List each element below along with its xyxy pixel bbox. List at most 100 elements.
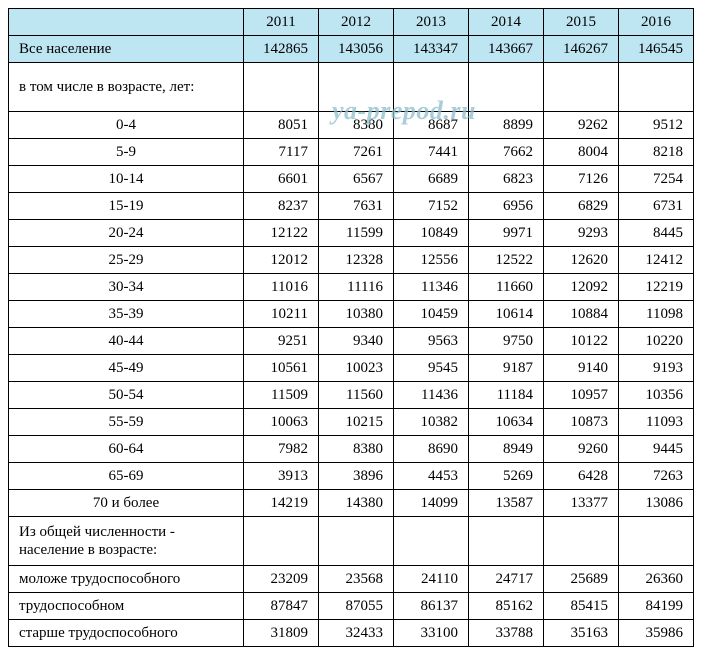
- age-header: в том числе в возрасте, лет:: [9, 63, 244, 112]
- age-val-13-1: 3896: [319, 463, 394, 490]
- age-val-11-4: 10873: [544, 409, 619, 436]
- age-val-4-5: 8445: [619, 220, 694, 247]
- age-val-12-5: 9445: [619, 436, 694, 463]
- group-val-2-3: 33788: [469, 620, 544, 647]
- age-val-11-2: 10382: [394, 409, 469, 436]
- age-val-12-4: 9260: [544, 436, 619, 463]
- age-val-13-2: 4453: [394, 463, 469, 490]
- age-val-3-1: 7631: [319, 193, 394, 220]
- total-val-1: 143056: [319, 36, 394, 63]
- age-val-2-5: 7254: [619, 166, 694, 193]
- age-label-13: 65-69: [9, 463, 244, 490]
- age-val-10-5: 10356: [619, 382, 694, 409]
- age-val-9-5: 9193: [619, 355, 694, 382]
- group-header-blank-0: [244, 517, 319, 566]
- age-label-12: 60-64: [9, 436, 244, 463]
- age-val-2-0: 6601: [244, 166, 319, 193]
- age-label-4: 20-24: [9, 220, 244, 247]
- age-val-4-4: 9293: [544, 220, 619, 247]
- header-blank: [9, 9, 244, 36]
- age-val-14-3: 13587: [469, 490, 544, 517]
- age-val-6-2: 11346: [394, 274, 469, 301]
- age-header-blank-1: [319, 63, 394, 112]
- age-val-8-4: 10122: [544, 328, 619, 355]
- age-val-1-0: 7117: [244, 139, 319, 166]
- age-val-11-3: 10634: [469, 409, 544, 436]
- total-label: Все население: [9, 36, 244, 63]
- age-val-12-1: 8380: [319, 436, 394, 463]
- age-val-1-2: 7441: [394, 139, 469, 166]
- age-val-2-1: 6567: [319, 166, 394, 193]
- group-val-0-3: 24717: [469, 566, 544, 593]
- total-val-2: 143347: [394, 36, 469, 63]
- age-header-blank-3: [469, 63, 544, 112]
- group-val-0-4: 25689: [544, 566, 619, 593]
- age-val-5-2: 12556: [394, 247, 469, 274]
- age-label-9: 45-49: [9, 355, 244, 382]
- age-val-1-5: 8218: [619, 139, 694, 166]
- group-val-1-0: 87847: [244, 593, 319, 620]
- age-header-blank-2: [394, 63, 469, 112]
- age-val-3-2: 7152: [394, 193, 469, 220]
- header-year-5: 2016: [619, 9, 694, 36]
- group-val-1-3: 85162: [469, 593, 544, 620]
- age-label-0: 0-4: [9, 112, 244, 139]
- age-label-7: 35-39: [9, 301, 244, 328]
- age-val-7-3: 10614: [469, 301, 544, 328]
- group-header-blank-1: [319, 517, 394, 566]
- age-val-7-1: 10380: [319, 301, 394, 328]
- age-val-7-4: 10884: [544, 301, 619, 328]
- age-val-5-0: 12012: [244, 247, 319, 274]
- age-val-6-5: 12219: [619, 274, 694, 301]
- age-val-7-2: 10459: [394, 301, 469, 328]
- age-val-5-3: 12522: [469, 247, 544, 274]
- age-val-2-3: 6823: [469, 166, 544, 193]
- age-val-8-1: 9340: [319, 328, 394, 355]
- age-val-7-0: 10211: [244, 301, 319, 328]
- header-year-4: 2015: [544, 9, 619, 36]
- total-val-0: 142865: [244, 36, 319, 63]
- group-val-0-0: 23209: [244, 566, 319, 593]
- group-val-0-1: 23568: [319, 566, 394, 593]
- age-val-6-3: 11660: [469, 274, 544, 301]
- group-header-blank-2: [394, 517, 469, 566]
- population-table: 201120122013201420152016Все население142…: [8, 8, 694, 647]
- age-val-3-0: 8237: [244, 193, 319, 220]
- age-val-0-2: 8687: [394, 112, 469, 139]
- age-label-14: 70 и более: [9, 490, 244, 517]
- age-label-10: 50-54: [9, 382, 244, 409]
- age-val-13-4: 6428: [544, 463, 619, 490]
- age-val-9-4: 9140: [544, 355, 619, 382]
- age-val-9-0: 10561: [244, 355, 319, 382]
- age-val-13-5: 7263: [619, 463, 694, 490]
- age-val-8-5: 10220: [619, 328, 694, 355]
- age-val-14-0: 14219: [244, 490, 319, 517]
- group-header-blank-4: [544, 517, 619, 566]
- age-val-5-4: 12620: [544, 247, 619, 274]
- age-val-6-0: 11016: [244, 274, 319, 301]
- age-val-6-4: 12092: [544, 274, 619, 301]
- header-year-0: 2011: [244, 9, 319, 36]
- age-header-blank-4: [544, 63, 619, 112]
- group-val-2-5: 35986: [619, 620, 694, 647]
- age-header-blank-0: [244, 63, 319, 112]
- group-val-0-5: 26360: [619, 566, 694, 593]
- age-label-11: 55-59: [9, 409, 244, 436]
- age-val-0-1: 8380: [319, 112, 394, 139]
- header-year-1: 2012: [319, 9, 394, 36]
- age-val-14-5: 13086: [619, 490, 694, 517]
- group-val-2-2: 33100: [394, 620, 469, 647]
- age-val-3-3: 6956: [469, 193, 544, 220]
- age-val-10-0: 11509: [244, 382, 319, 409]
- group-label-2: старше трудоспособного: [9, 620, 244, 647]
- age-val-0-3: 8899: [469, 112, 544, 139]
- age-val-13-3: 5269: [469, 463, 544, 490]
- age-val-12-2: 8690: [394, 436, 469, 463]
- group-val-2-4: 35163: [544, 620, 619, 647]
- age-val-10-1: 11560: [319, 382, 394, 409]
- age-val-0-0: 8051: [244, 112, 319, 139]
- header-year-2: 2013: [394, 9, 469, 36]
- age-label-5: 25-29: [9, 247, 244, 274]
- age-val-5-5: 12412: [619, 247, 694, 274]
- header-year-3: 2014: [469, 9, 544, 36]
